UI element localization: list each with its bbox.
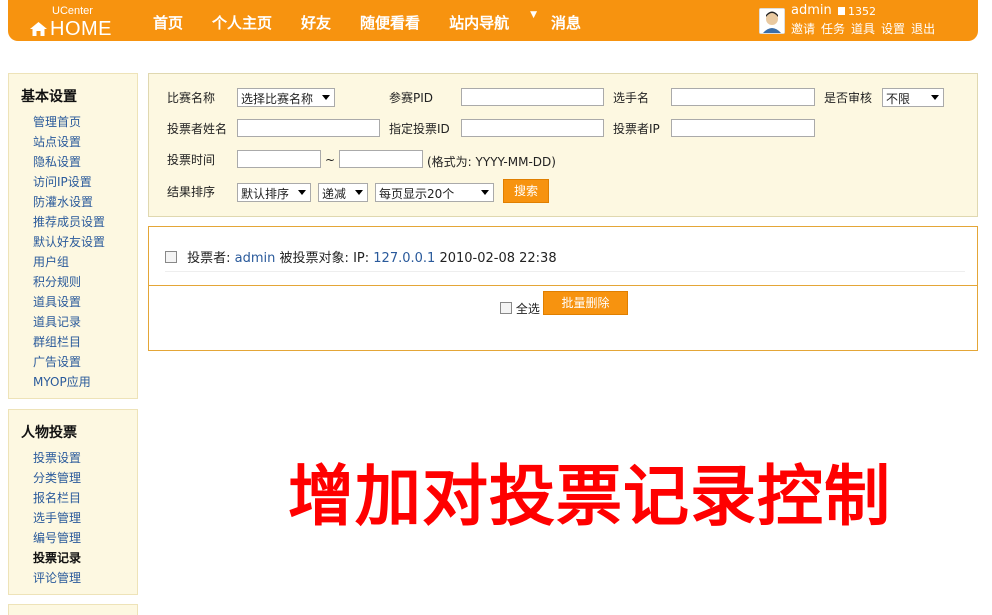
dropdown-arrow-icon [298, 190, 306, 195]
pid-input[interactable] [461, 88, 604, 106]
batch-actions: 全选 [500, 300, 540, 317]
sidebar-item-number-management[interactable]: 编号管理 [33, 528, 137, 548]
invite-link[interactable]: 邀请 [791, 20, 815, 37]
sidebar-item-vote-records[interactable]: 投票记录 [33, 548, 137, 568]
start-date-input[interactable] [237, 150, 321, 168]
sidebar-item-admin-home[interactable]: 管理首页 [33, 112, 137, 132]
avatar[interactable] [759, 8, 785, 34]
nav-site-navigation[interactable]: 站内导航 [449, 12, 509, 33]
vote-id-label: 指定投票ID [389, 122, 450, 136]
sidebar-section-title: 基本设置 [21, 89, 77, 105]
search-form: 比赛名称 选择比赛名称 参赛PID 选手名 是否审核 不限 投票者姓名 指定投票… [148, 73, 978, 217]
voter-name-label: 投票者姓名 [167, 122, 228, 136]
sidebar-character-vote: 人物投票 投票设置 分类管理 报名栏目 选手管理 编号管理 投票记录 评论管理 [8, 409, 138, 595]
nav-profile[interactable]: 个人主页 [212, 12, 272, 33]
audit-label: 是否审核 [824, 91, 873, 105]
match-name-select[interactable]: 选择比赛名称 [237, 88, 335, 107]
nav-messages[interactable]: 消息 [551, 12, 581, 33]
date-range-separator: ~ [325, 153, 336, 167]
sidebar-section-title: 人物投票 [21, 425, 77, 441]
sidebar-basic-settings: 基本设置 管理首页 站点设置 隐私设置 访问IP设置 防灌水设置 推荐成员设置 … [8, 73, 138, 399]
sidebar-item-recommended-members[interactable]: 推荐成员设置 [33, 212, 137, 232]
sidebar-item-privacy[interactable]: 隐私设置 [33, 152, 137, 172]
voter-label: 投票者: [187, 251, 231, 266]
sidebar-item-player-management[interactable]: 选手管理 [33, 508, 137, 528]
sidebar-item-signup-columns[interactable]: 报名栏目 [33, 488, 137, 508]
sidebar-item-credit-rules[interactable]: 积分规则 [33, 272, 137, 292]
target-label: 被投票对象: [279, 251, 349, 266]
select-all-checkbox[interactable] [500, 302, 512, 314]
nav-friends[interactable]: 好友 [301, 12, 331, 33]
sidebar-item-default-friends[interactable]: 默认好友设置 [33, 232, 137, 252]
dropdown-arrow-icon [931, 95, 939, 100]
credit-count: 1352 [838, 5, 876, 18]
voter-ip-label: 投票者IP [613, 122, 660, 136]
sidebar-item-ad-settings[interactable]: 广告设置 [33, 352, 137, 372]
top-navigation-bar: UCenter HOME 首页 个人主页 好友 随便看看 站内导航 ▼ 消息 a… [8, 0, 978, 41]
voter-name-input[interactable] [237, 119, 380, 137]
pid-label: 参赛PID [389, 91, 434, 105]
items-link[interactable]: 道具 [851, 20, 875, 37]
ip-link[interactable]: 127.0.0.1 [373, 251, 435, 266]
sidebar-item-vote-settings[interactable]: 投票设置 [33, 448, 137, 468]
vote-record-list: 投票者: admin 被投票对象: IP: 127.0.0.1 2010-02-… [148, 226, 978, 351]
row-checkbox[interactable] [165, 251, 177, 263]
player-name-label: 选手名 [613, 91, 650, 105]
sidebar-item-item-records[interactable]: 道具记录 [33, 312, 137, 332]
sidebar-item-anti-spam[interactable]: 防灌水设置 [33, 192, 137, 212]
batch-delete-button[interactable]: 批量删除 [543, 291, 628, 315]
nav-home[interactable]: 首页 [153, 12, 183, 33]
vote-time-label: 投票时间 [167, 153, 216, 167]
match-name-label: 比赛名称 [167, 91, 216, 105]
select-all-label[interactable]: 全选 [516, 302, 540, 316]
sidebar-item-ip-settings[interactable]: 访问IP设置 [33, 172, 137, 192]
dropdown-arrow-icon [481, 190, 489, 195]
sidebar-item-item-settings[interactable]: 道具设置 [33, 292, 137, 312]
audit-select[interactable]: 不限 [882, 88, 944, 107]
voter-link[interactable]: admin [235, 251, 276, 266]
home-icon [30, 22, 47, 36]
main-nav: 首页 个人主页 好友 随便看看 站内导航 ▼ 消息 [153, 10, 610, 33]
end-date-input[interactable] [339, 150, 423, 168]
sort-select[interactable]: 默认排序 [237, 183, 311, 202]
sort-label: 结果排序 [167, 185, 216, 199]
voter-ip-input[interactable] [671, 119, 815, 137]
player-name-input[interactable] [671, 88, 815, 106]
vote-time: 2010-02-08 22:38 [439, 251, 557, 266]
divider [149, 285, 977, 286]
sidebar-item-site-settings[interactable]: 站点设置 [33, 132, 137, 152]
tasks-link[interactable]: 任务 [821, 20, 845, 37]
user-name[interactable]: admin [791, 3, 832, 18]
per-page-select[interactable]: 每页显示20个 [375, 183, 494, 202]
user-links: 邀请 任务 道具 设置 退出 [791, 20, 941, 37]
credit-icon [838, 7, 845, 15]
date-format-hint: (格式为: YYYY-MM-DD) [427, 155, 556, 169]
sidebar-item-category-management[interactable]: 分类管理 [33, 468, 137, 488]
overlay-annotation-text: 增加对投票记录控制 [288, 458, 891, 535]
sidebar-item-user-groups[interactable]: 用户组 [33, 252, 137, 272]
order-select[interactable]: 递减 [318, 183, 368, 202]
sidebar-item-myop[interactable]: MYOP应用 [33, 372, 137, 392]
divider [165, 271, 965, 272]
nav-browse[interactable]: 随便看看 [360, 12, 420, 33]
logo-ucenter-text: UCenter [52, 5, 93, 17]
sidebar-item-group-columns[interactable]: 群组栏目 [33, 332, 137, 352]
table-row: 投票者: admin 被投票对象: IP: 127.0.0.1 2010-02-… [165, 247, 557, 266]
ip-label: IP: [353, 251, 370, 266]
settings-link[interactable]: 设置 [881, 20, 905, 37]
dropdown-arrow-icon [355, 190, 363, 195]
logo-home-text: HOME [30, 18, 112, 41]
vote-id-input[interactable] [461, 119, 604, 137]
user-avatar-icon [760, 9, 784, 33]
chevron-down-icon[interactable]: ▼ [530, 10, 537, 31]
search-button[interactable]: 搜索 [503, 179, 549, 203]
dropdown-arrow-icon [322, 95, 330, 100]
sidebar-next-section [8, 604, 138, 615]
sidebar-item-comment-management[interactable]: 评论管理 [33, 568, 137, 588]
logout-link[interactable]: 退出 [911, 20, 935, 37]
